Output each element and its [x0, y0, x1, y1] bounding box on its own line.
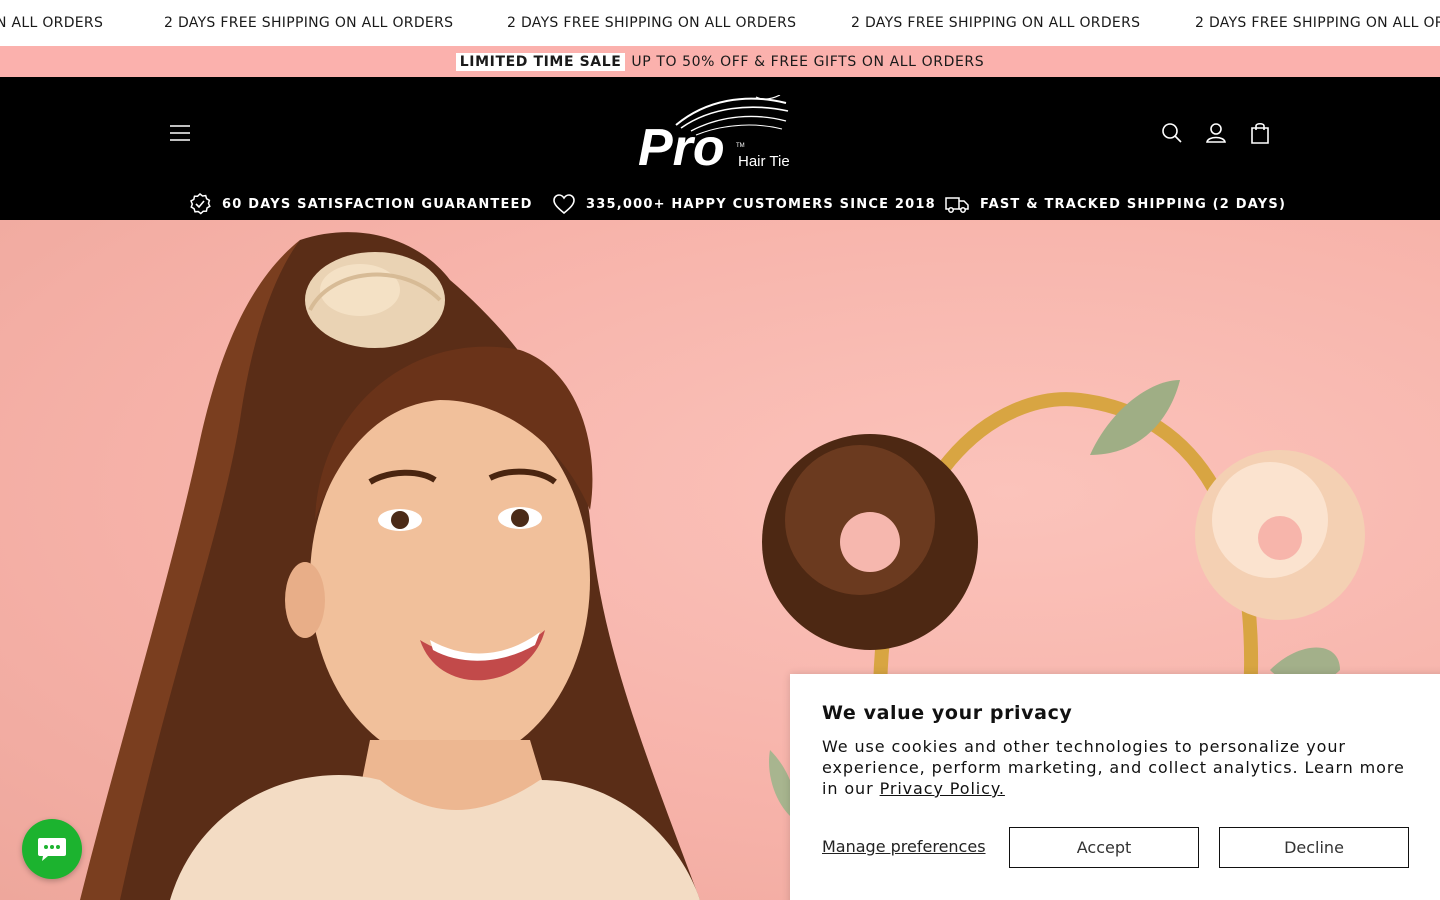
menu-button[interactable]	[166, 121, 194, 145]
cookie-consent-banner: We value your privacy We use cookies and…	[790, 674, 1440, 900]
manage-preferences-link[interactable]: Manage preferences	[822, 837, 986, 856]
chat-button[interactable]	[22, 819, 82, 879]
search-icon	[1162, 123, 1182, 143]
usp-row: 60 DAYS SATISFACTION GUARANTEED 335,000+…	[0, 190, 1440, 218]
sale-text: UP TO 50% OFF & FREE GIFTS ON ALL ORDERS	[631, 53, 985, 70]
sale-announcement-bar: LIMITED TIME SALE UP TO 50% OFF & FREE G…	[0, 46, 1440, 77]
marquee-text: N ALL ORDERS	[0, 15, 104, 31]
announcement-marquee: N ALL ORDERS 2 DAYS FREE SHIPPING ON ALL…	[0, 0, 1440, 46]
marquee-text: 2 DAYS FREE SHIPPING ON ALL OR	[1195, 15, 1440, 31]
usp-label: 335,000+ HAPPY CUSTOMERS SINCE 2018	[586, 196, 936, 212]
account-button[interactable]	[1203, 120, 1229, 146]
search-button[interactable]	[1159, 120, 1185, 146]
heart-icon	[553, 194, 575, 215]
logo-text: Pro	[638, 119, 725, 173]
usp-item: 60 DAYS SATISFACTION GUARANTEED	[188, 192, 533, 216]
logo-subtext: Hair Tie	[738, 153, 790, 170]
marquee-text: 2 DAYS FREE SHIPPING ON ALL ORDERS	[164, 15, 454, 31]
cookie-body: We use cookies and other technologies to…	[822, 736, 1412, 799]
usp-item: 335,000+ HAPPY CUSTOMERS SINCE 2018	[552, 192, 936, 216]
cart-button[interactable]	[1247, 120, 1273, 146]
logo-graphic: Pro TM Hair Tie	[638, 94, 790, 177]
chat-icon	[38, 838, 66, 861]
truck-icon	[945, 197, 969, 213]
account-icon	[1206, 123, 1226, 143]
accept-button[interactable]: Accept	[1009, 827, 1199, 868]
logo-tm: TM	[736, 143, 745, 149]
decline-button[interactable]: Decline	[1219, 827, 1409, 868]
cart-icon	[1251, 122, 1269, 144]
cookie-title: We value your privacy	[822, 702, 1073, 724]
badge-check-icon	[190, 193, 211, 215]
marquee-text: 2 DAYS FREE SHIPPING ON ALL ORDERS	[507, 15, 797, 31]
site-logo[interactable]: Pro TM Hair Tie	[636, 94, 796, 177]
site-header: Pro TM Hair Tie 60 DAYS SATISFACTION GUA…	[0, 77, 1440, 220]
privacy-policy-link[interactable]: Privacy Policy.	[880, 779, 1005, 798]
sale-badge: LIMITED TIME SALE	[455, 52, 626, 71]
cookie-actions: Manage preferences Accept Decline	[822, 827, 1409, 868]
usp-label: FAST & TRACKED SHIPPING (2 DAYS)	[980, 196, 1287, 212]
usp-item: FAST & TRACKED SHIPPING (2 DAYS)	[944, 192, 1286, 216]
menu-icon	[170, 125, 190, 141]
marquee-text: 2 DAYS FREE SHIPPING ON ALL ORDERS	[851, 15, 1141, 31]
usp-label: 60 DAYS SATISFACTION GUARANTEED	[222, 196, 533, 212]
